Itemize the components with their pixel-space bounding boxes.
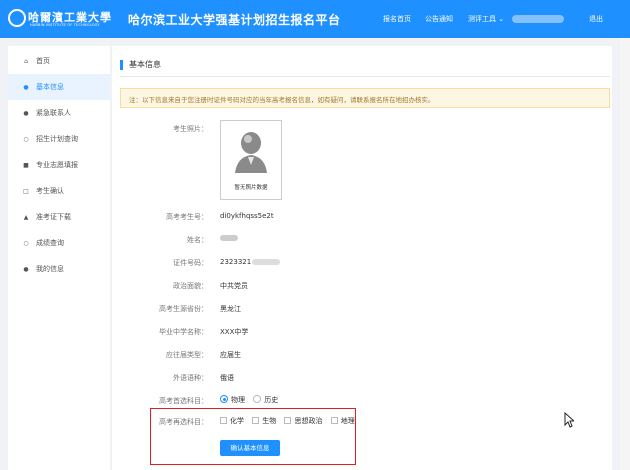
checkbox-chemistry[interactable]: 化学 [220,416,244,426]
name-label: 姓名： [187,236,208,244]
sidebar-item-label: 基本信息 [36,83,64,91]
bell-icon: ● [23,265,29,273]
confirm-icon: □ [23,187,29,195]
exam-no-label: 高考考生号： [166,213,208,221]
contact-icon: ● [23,109,29,117]
sidebar-item-label: 考生确认 [36,187,64,195]
chevron-down-icon: ⌄ [498,15,505,23]
photo-caption: 暂无照片数据 [234,185,268,191]
download-icon: ▲ [23,213,29,221]
sidebar-item-7[interactable]: ○ 成绩查询 [8,230,110,256]
id-no-value: 2323321 [220,258,281,266]
language-value: 俄语 [220,374,234,382]
sidebar-item-4[interactable]: ■ 专业志愿填报 [8,152,110,178]
checkbox-politics[interactable]: 思想政治 [284,416,322,426]
sidebar-item-3[interactable]: ○ 招生计划查询 [8,126,110,152]
home-icon: ⌂ [24,57,28,65]
app-title: 哈尔滨工业大学强基计划招生报名平台 [128,13,341,27]
user-icon: ● [23,83,29,91]
school-label: 毕业中学名称： [159,328,208,336]
first-subject-label: 高考首选科目： [159,397,208,405]
sidebar-item-label: 我的信息 [36,265,64,273]
sidebar-item-label: 专业志愿填报 [36,161,78,169]
mouse-cursor-icon [564,412,574,428]
nav-tools-label: 测评工具 [468,15,496,23]
political-label: 政治面貌： [173,282,208,290]
sidebar-item-5[interactable]: □ 考生确认 [8,178,110,204]
score-search-icon: ○ [23,239,29,247]
checkbox-politics-label: 思想政治 [294,417,323,425]
sidebar-item-1[interactable]: ● 基本信息 [8,74,110,100]
id-no-prefix: 2323321 [220,258,252,266]
radio-history-dot[interactable] [253,395,262,403]
top-bar: 哈爾濱工業大學 HARBIN INSTITUTE OF TECHNOLOGY 哈… [0,0,630,38]
province-label: 高考生源省份： [159,305,208,313]
checkbox-geography-label: 地理 [340,417,355,425]
page-scrollbar[interactable] [620,38,630,470]
university-seal-icon [8,9,26,27]
category-label: 应往届类型： [166,351,208,359]
radio-physics[interactable]: 物理 [220,395,245,405]
sidebar-item-8[interactable]: ● 我的信息 [8,256,110,282]
sidebar-item-label: 成绩查询 [36,239,64,247]
province-value: 黑龙江 [220,305,241,313]
checkbox-biology-box[interactable] [252,417,260,424]
sidebar-item-label: 招生计划查询 [36,135,78,143]
user-name-redacted[interactable] [512,15,564,23]
radio-history-label: 历史 [264,396,279,404]
checkbox-geography-box[interactable] [330,417,338,424]
sidebar-item-label: 准考证下载 [36,213,71,221]
checkbox-chemistry-label: 化学 [230,417,244,425]
section-divider [120,76,610,77]
sidebar-item-0[interactable]: ⌂ 首页 [8,48,110,74]
university-logo[interactable]: 哈爾濱工業大學 HARBIN INSTITUTE OF TECHNOLOGY [8,7,118,31]
form-icon: ■ [23,161,29,169]
first-subject-radio-group: 物理 历史 [220,395,284,405]
second-subject-label: 高考再选科目： [159,418,208,426]
confirm-basic-info-button[interactable]: 确认基本信息 [220,440,280,456]
sidebar: ⌂ 首页 ● 基本信息 ● 紧急联系人 ○ 招生计划查询 ■ 专业志愿填报 □ 考生确认 ▲ 准考证下载 ○… [8,46,110,470]
search-icon: ○ [23,135,29,143]
nav-tools-menu[interactable]: 测评工具 ⌄ [468,14,504,24]
logo-english-text: HARBIN INSTITUTE OF TECHNOLOGY [30,23,100,27]
category-value: 应届生 [220,351,241,359]
checkbox-politics-box[interactable] [284,417,292,424]
id-no-label: 证件号码： [173,259,208,267]
nav-home-link[interactable]: 报名首页 [383,14,411,24]
sidebar-item-2[interactable]: ● 紧急联系人 [8,100,110,126]
photo-label: 考生照片： [173,125,208,133]
section-title: 基本信息 [120,60,161,70]
sidebar-item-6[interactable]: ▲ 准考证下载 [8,204,110,230]
nav-notice-link[interactable]: 公告通知 [425,14,453,24]
applicant-photo: 暂无照片数据 [220,120,282,200]
school-value: XXX中学 [220,328,249,336]
political-value: 中共党员 [220,282,248,290]
checkbox-geography[interactable]: 地理 [330,416,355,426]
checkbox-biology-label: 生物 [262,417,277,425]
exam-no-value: di0ykfhqss5e2t [220,212,274,220]
radio-physics-dot[interactable] [220,395,228,403]
sidebar-item-label: 首页 [36,57,50,65]
radio-physics-label: 物理 [231,396,245,404]
notice-banner: 注：以下信息来自于您注册时证件号码对应的当年高考报名信息，如有疑问，请联系报名所… [120,88,610,108]
sidebar-item-label: 紧急联系人 [36,109,71,117]
name-value-redacted [220,235,238,243]
language-label: 外语语种： [173,374,208,382]
checkbox-chemistry-box[interactable] [220,417,227,424]
second-subject-checkbox-group: 化学 生物 思想政治 地理 [220,416,361,426]
logout-link[interactable]: 退出 [589,14,603,24]
checkbox-biology[interactable]: 生物 [252,416,276,426]
radio-history[interactable]: 历史 [253,395,278,405]
main-content: 基本信息 注：以下信息来自于您注册时证件号码对应的当年高考报名信息，如有疑问，请… [112,46,612,470]
avatar-placeholder-icon [235,132,267,173]
